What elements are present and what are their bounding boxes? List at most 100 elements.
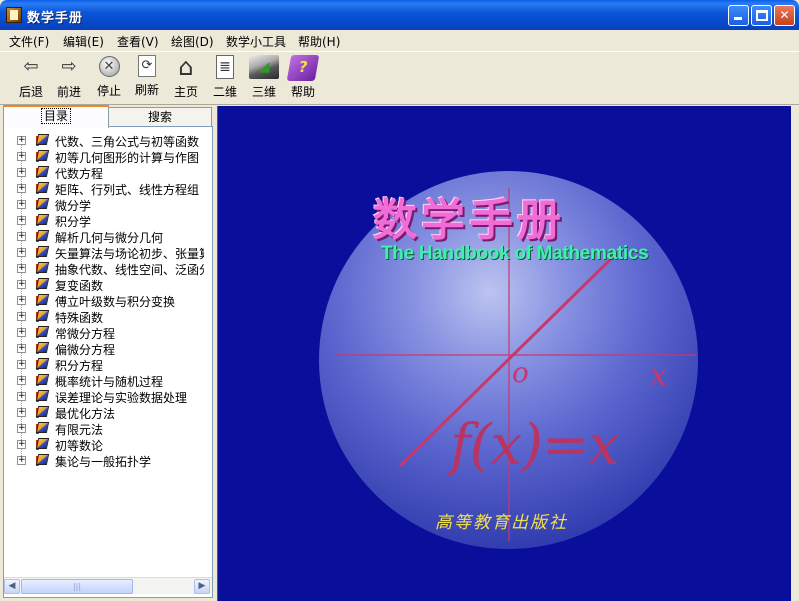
stop-label: 停止 <box>96 84 121 98</box>
tree-item[interactable]: + 特殊函数 <box>4 308 204 324</box>
maximize-icon <box>756 10 768 21</box>
book-icon <box>35 261 51 275</box>
tree-item[interactable]: + 有限元法 <box>4 420 204 436</box>
tab-search-label: 搜索 <box>147 110 172 124</box>
minimize-icon <box>734 17 742 20</box>
minimize-button[interactable] <box>728 5 749 26</box>
menu-view[interactable]: 查看(V) <box>117 33 159 50</box>
tree-item[interactable]: + 初等几何图形的计算与作图 <box>4 148 204 164</box>
expand-icon[interactable]: + <box>17 232 26 241</box>
expand-icon[interactable]: + <box>17 296 26 305</box>
menu-draw[interactable]: 绘图(D) <box>171 33 214 50</box>
tree-item[interactable]: + 傅立叶级数与积分变换 <box>4 292 204 308</box>
close-button[interactable]: ✕ <box>774 5 795 26</box>
tree-item[interactable]: + 概率统计与随机过程 <box>4 372 204 388</box>
tree-item-label: 有限元法 <box>55 423 104 436</box>
maximize-button[interactable] <box>751 5 772 26</box>
book-icon <box>35 309 51 323</box>
expand-icon[interactable]: + <box>17 216 26 225</box>
tree-item-label: 最优化方法 <box>55 407 116 420</box>
horizontal-scrollbar[interactable]: ◀ ||| ▶ <box>4 577 212 594</box>
home-button[interactable]: ⌂ 主页 <box>166 55 206 103</box>
book-icon <box>35 405 51 419</box>
tree-item-label: 积分方程 <box>55 359 104 372</box>
tree-item[interactable]: + 积分方程 <box>4 356 204 372</box>
tree-item-label: 抽象代数、线性空间、泛函分析 <box>55 263 204 276</box>
refresh-icon: ⟳ <box>138 55 156 77</box>
expand-icon[interactable]: + <box>17 408 26 417</box>
expand-icon[interactable]: + <box>17 424 26 433</box>
expand-icon[interactable]: + <box>17 184 26 193</box>
menu-math-tools[interactable]: 数学小工具 <box>226 33 286 50</box>
book-icon <box>35 149 51 163</box>
tree-item-label: 集论与一般拓扑学 <box>55 455 152 468</box>
tree-item[interactable]: + 最优化方法 <box>4 404 204 420</box>
tree-item-label: 代数、三角公式与初等函数 <box>55 135 200 148</box>
tree-item[interactable]: + 解析几何与微分几何 <box>4 228 204 244</box>
expand-icon[interactable]: + <box>17 152 26 161</box>
expand-icon[interactable]: + <box>17 440 26 449</box>
stop-button[interactable]: ✕ 停止 <box>89 55 129 103</box>
book-icon <box>35 325 51 339</box>
tree-item[interactable]: + 矢量算法与场论初步、张量算法 <box>4 244 204 260</box>
tab-contents[interactable]: 目录 <box>3 105 109 128</box>
3d-plot-button[interactable]: ◢ 三维 <box>244 55 284 103</box>
app-icon[interactable] <box>6 7 22 23</box>
title-bar[interactable]: 数学手册 ✕ <box>0 0 799 30</box>
scroll-right-button[interactable]: ▶ <box>194 579 210 594</box>
tree-item-label: 解析几何与微分几何 <box>55 231 164 244</box>
menu-file[interactable]: 文件(F) <box>9 33 49 50</box>
tree-item[interactable]: + 常微分方程 <box>4 324 204 340</box>
help-button[interactable]: ? 帮助 <box>283 55 323 103</box>
book-icon <box>35 229 51 243</box>
expand-icon[interactable]: + <box>17 360 26 369</box>
tree-item[interactable]: + 集论与一般拓扑学 <box>4 452 204 468</box>
book-icon <box>35 197 51 211</box>
back-button[interactable]: ⇦ 后退 <box>11 55 51 103</box>
expand-icon[interactable]: + <box>17 168 26 177</box>
home-label: 主页 <box>173 85 198 99</box>
2d-plot-icon: ≣ <box>216 55 234 79</box>
tab-search[interactable]: 搜索 <box>108 107 212 127</box>
expand-icon[interactable]: + <box>17 200 26 209</box>
book-icon <box>35 293 51 307</box>
book-icon <box>35 245 51 259</box>
forward-button[interactable]: ⇨ 前进 <box>49 55 89 103</box>
tree-item-label: 偏微分方程 <box>55 343 116 356</box>
menu-help[interactable]: 帮助(H) <box>298 33 340 50</box>
tree-item[interactable]: + 积分学 <box>4 212 204 228</box>
tree-item[interactable]: + 偏微分方程 <box>4 340 204 356</box>
tree-item[interactable]: + 代数、三角公式与初等函数 <box>4 132 204 148</box>
expand-icon[interactable]: + <box>17 392 26 401</box>
contents-tree[interactable]: + 代数、三角公式与初等函数 + 初等几何图形的计算与作图 + 代数方程 + 矩阵、行列式、线… <box>3 126 213 598</box>
expand-icon[interactable]: + <box>17 312 26 321</box>
tree-item[interactable]: + 代数方程 <box>4 164 204 180</box>
expand-icon[interactable]: + <box>17 376 26 385</box>
expand-icon[interactable]: + <box>17 456 26 465</box>
book-icon <box>35 277 51 291</box>
book-icon <box>35 389 51 403</box>
book-icon <box>35 437 51 451</box>
2d-plot-button[interactable]: ≣ 二维 <box>205 55 245 103</box>
3d-plot-icon: ◢ <box>249 55 279 79</box>
tree-item[interactable]: + 抽象代数、线性空间、泛函分析 <box>4 260 204 276</box>
tree-item[interactable]: + 误差理论与实验数据处理 <box>4 388 204 404</box>
refresh-button[interactable]: ⟳ 刷新 <box>127 55 167 103</box>
expand-icon[interactable]: + <box>17 280 26 289</box>
scroll-thumb[interactable]: ||| <box>21 579 133 594</box>
tree-item[interactable]: + 矩阵、行列式、线性方程组 <box>4 180 204 196</box>
tree-item-label: 微分学 <box>55 199 92 212</box>
expand-icon[interactable]: + <box>17 264 26 273</box>
expand-icon[interactable]: + <box>17 136 26 145</box>
expand-icon[interactable]: + <box>17 248 26 257</box>
book-icon <box>35 165 51 179</box>
scroll-left-button[interactable]: ◀ <box>4 579 20 594</box>
expand-icon[interactable]: + <box>17 328 26 337</box>
tree-item[interactable]: + 微分学 <box>4 196 204 212</box>
tree-item-label: 傅立叶级数与积分变换 <box>55 295 176 308</box>
content-view[interactable]: 数学手册 The Handbook of Mathematics o x f(x… <box>217 106 791 601</box>
menu-edit[interactable]: 编辑(E) <box>63 33 104 50</box>
tree-item[interactable]: + 初等数论 <box>4 436 204 452</box>
tree-item[interactable]: + 复变函数 <box>4 276 204 292</box>
expand-icon[interactable]: + <box>17 344 26 353</box>
